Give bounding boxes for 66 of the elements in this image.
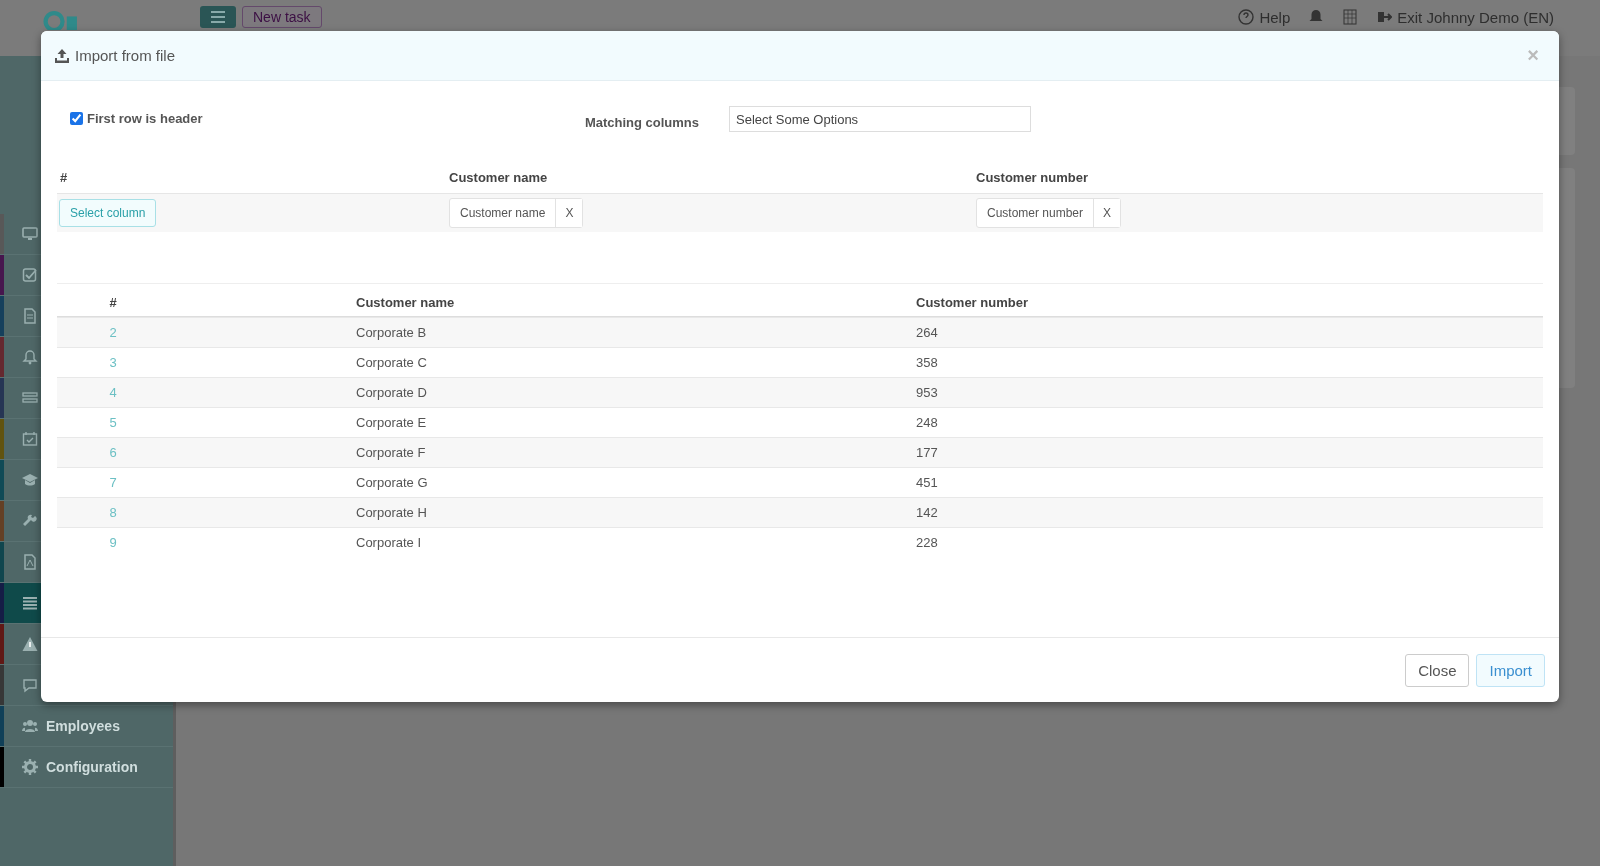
close-button[interactable]: Close [1405, 653, 1470, 687]
pdf-icon [22, 554, 38, 570]
table-cell-text: 953 [916, 385, 939, 400]
wrench-icon [22, 513, 38, 529]
column-header: Customer number [976, 169, 1089, 185]
checkbox-icon [22, 267, 38, 283]
row-number-link[interactable]: 3 [57, 355, 169, 370]
document-icon [22, 308, 38, 324]
gear-icon [22, 759, 38, 775]
menu-button[interactable] [200, 6, 236, 28]
chat-icon [22, 677, 38, 693]
help-link[interactable]: Help [1238, 8, 1291, 26]
column-header: Customer name [355, 294, 456, 310]
table-cell-text: 264 [916, 325, 939, 340]
bars-icon [22, 595, 38, 611]
column-header: Customer name [449, 169, 549, 185]
checkbox-label: First row is header [87, 110, 203, 126]
bell-icon [22, 349, 38, 365]
sidebar-item[interactable]: Employees [0, 706, 173, 747]
table-cell-text: Corporate F [355, 445, 427, 460]
upload-icon [55, 48, 69, 63]
table-cell-text: 248 [916, 415, 939, 430]
column-header: Customer number [916, 294, 1029, 310]
table-cell-text: 228 [916, 535, 939, 550]
exit-link[interactable]: Exit Johnny Demo (EN) [1376, 8, 1554, 26]
dialog-title: Import from file [75, 47, 176, 64]
monitor-icon [22, 226, 38, 242]
calendar-icon [22, 431, 38, 447]
sidebar-label: Configuration [46, 759, 138, 775]
matching-columns-field[interactable]: Select Some Options [729, 106, 1031, 132]
help-icon [1238, 9, 1255, 25]
row-number-link[interactable]: 2 [57, 325, 169, 340]
table-cell-text: Corporate G [355, 475, 429, 490]
table-cell-text: 358 [916, 355, 939, 370]
import-button[interactable]: Import [1476, 653, 1545, 687]
list-icon [22, 390, 38, 406]
column-header: # [59, 169, 69, 185]
logo-icon [40, 8, 80, 30]
row-number-link[interactable]: 5 [57, 415, 169, 430]
table-cell-text: Corporate C [355, 355, 428, 370]
warning-icon [22, 636, 38, 652]
row-number-link[interactable]: 7 [57, 475, 169, 490]
exit-icon [1376, 9, 1393, 25]
table-cell-text: Corporate D [355, 385, 428, 400]
graduation-cap-icon [22, 472, 38, 488]
table-cell-text: Corporate E [355, 415, 428, 430]
menu-icon [211, 11, 225, 23]
table-cell-text: Corporate B [355, 325, 428, 340]
sidebar-label: Employees [46, 718, 120, 734]
calendar-icon[interactable] [1342, 9, 1359, 25]
sidebar-item[interactable]: Configuration [0, 747, 173, 788]
row-number-link[interactable]: 4 [57, 385, 169, 400]
field-label: Matching columns [583, 114, 700, 130]
header-checkbox[interactable] [70, 111, 83, 125]
row-number-link[interactable]: 8 [57, 505, 169, 520]
table-cell-text: 142 [916, 505, 939, 520]
row-number-link[interactable]: 9 [57, 535, 169, 550]
table-cell-text: Corporate H [355, 505, 428, 520]
table-cell-text: 451 [916, 475, 939, 490]
new-task-button[interactable]: New task [242, 6, 322, 28]
table-cell-text: 177 [916, 445, 939, 460]
select-column-button[interactable]: Select column [59, 199, 157, 227]
column-header: # [108, 294, 118, 310]
row-number-link[interactable]: 6 [57, 445, 169, 460]
users-icon [22, 718, 38, 734]
table-cell-text: Corporate I [355, 535, 423, 550]
